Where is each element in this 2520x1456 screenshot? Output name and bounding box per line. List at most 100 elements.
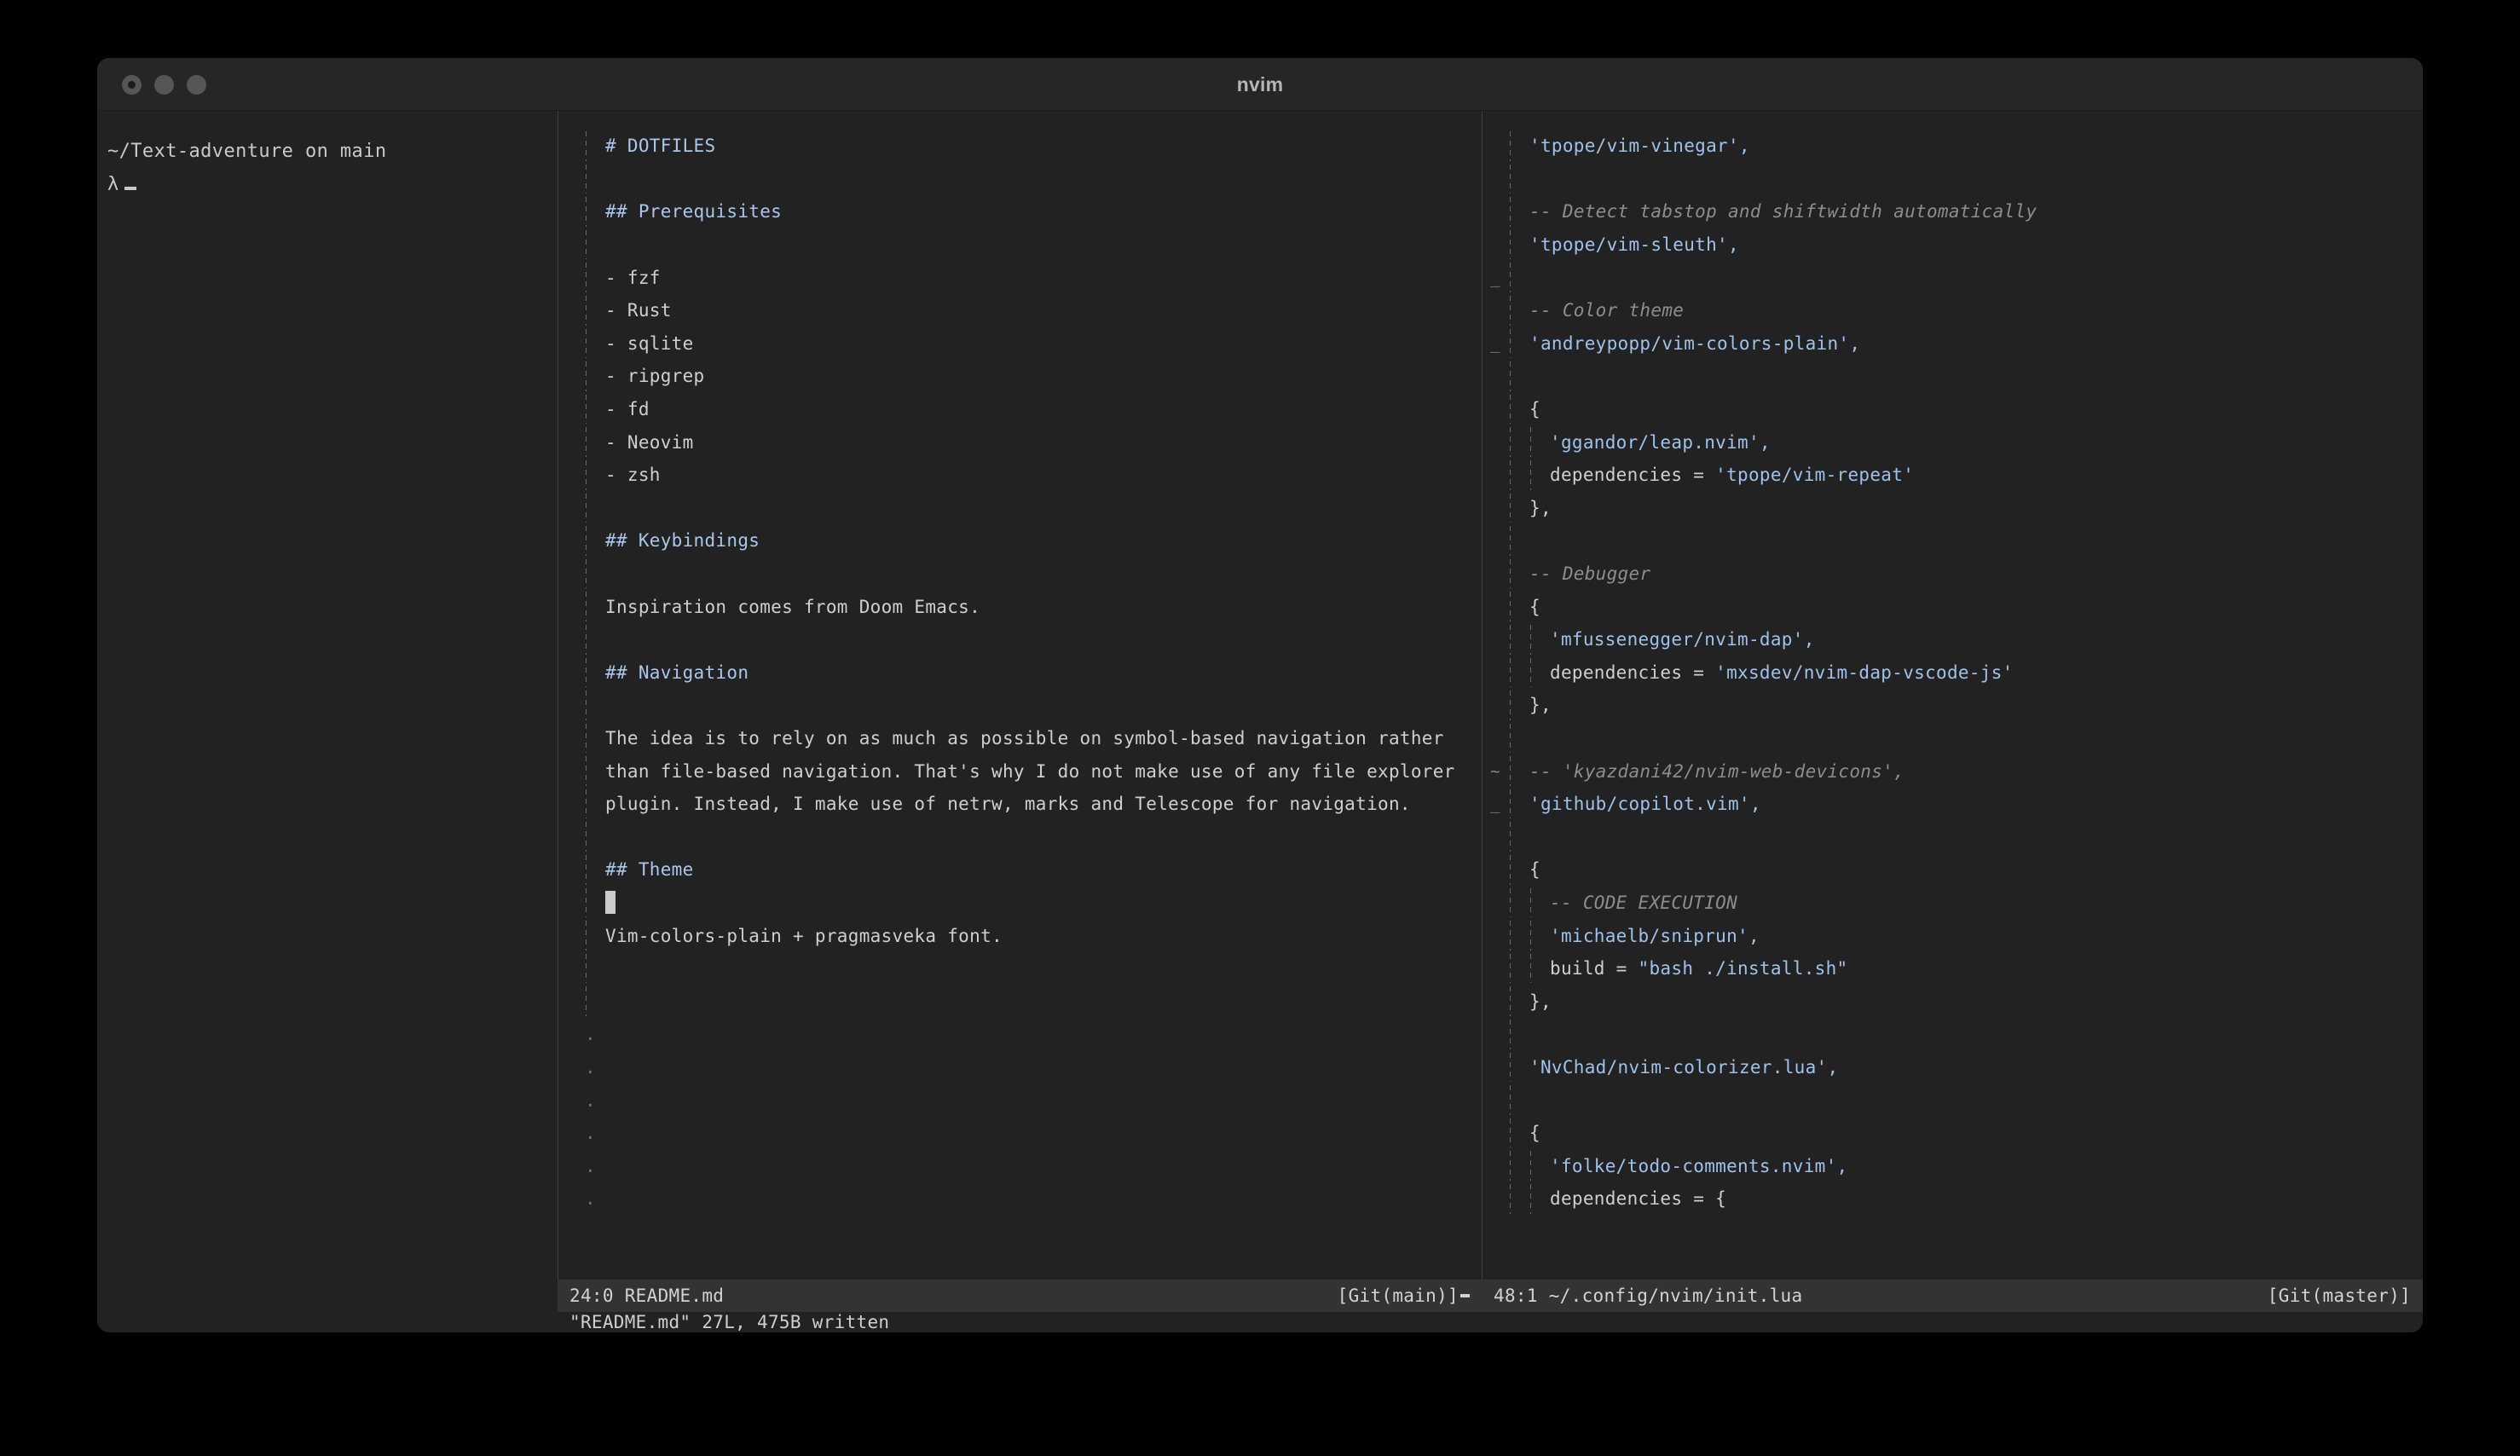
- editor-line[interactable]: -- CODE EXECUTION: [1482, 887, 2423, 920]
- indent-guide: [585, 492, 605, 525]
- indent-guides: [1509, 524, 1529, 558]
- indent-guide: [585, 524, 605, 558]
- editor-line[interactable]: [558, 985, 1482, 1018]
- editor-line[interactable]: ## Navigation: [558, 656, 1482, 690]
- editor-line[interactable]: - fd: [558, 393, 1482, 426]
- shell-prompt-line: λ: [107, 168, 552, 201]
- line-text: dependencies = 'tpope/vim-repeat': [1550, 465, 2423, 485]
- editor-line[interactable]: 'ggandor/leap.nvim',: [1482, 425, 2423, 459]
- editor-line[interactable]: 'mfussenegger/nvim-dap',: [1482, 623, 2423, 656]
- editor-line[interactable]: [558, 952, 1482, 985]
- readme-editor-pane[interactable]: # DOTFILES ## Prerequisites - fzf - Rust - s…: [558, 111, 1482, 1332]
- editor-line[interactable]: [558, 558, 1482, 591]
- editor-line[interactable]: [1482, 163, 2423, 196]
- editor-line[interactable]: Inspiration comes from Doom Emacs.: [558, 590, 1482, 623]
- editor-line[interactable]: [1482, 820, 2423, 853]
- indent-guides: [1509, 722, 1529, 755]
- editor-line[interactable]: {: [1482, 853, 2423, 887]
- editor-line[interactable]: dependencies = 'tpope/vim-repeat': [1482, 459, 2423, 492]
- editor-line[interactable]: {: [1482, 393, 2423, 426]
- editor-line[interactable]: The idea is to rely on as much as possib…: [558, 722, 1482, 755]
- editor-line[interactable]: - Neovim: [558, 425, 1482, 459]
- editor-line[interactable]: [558, 887, 1482, 920]
- editor-line[interactable]: _ 'github/copilot.vim',: [1482, 788, 2423, 821]
- indent-guides: [1509, 820, 1529, 853]
- editor-line[interactable]: .: [558, 1117, 1482, 1150]
- editor-line[interactable]: -- Color theme: [1482, 294, 2423, 327]
- editor-line[interactable]: [558, 623, 1482, 656]
- editor-line[interactable]: 'tpope/vim-sleuth',: [1482, 228, 2423, 262]
- line-text: {: [1529, 399, 1540, 420]
- indent-guide: [1509, 195, 1529, 228]
- editor-line[interactable]: # DOTFILES: [558, 130, 1482, 163]
- editor-line[interactable]: _ 'andreypopp/vim-colors-plain',: [1482, 327, 2423, 361]
- indent-guide: [1529, 425, 1550, 459]
- indent-guide: [1529, 656, 1550, 690]
- editor-line[interactable]: .: [558, 1182, 1482, 1216]
- editor-line[interactable]: - Rust: [558, 294, 1482, 327]
- readme-status-right: [Git(main)]: [1338, 1286, 1482, 1306]
- editor-line[interactable]: -- Debugger: [1482, 558, 2423, 591]
- editor-line[interactable]: -- Detect tabstop and shiftwidth automat…: [1482, 195, 2423, 228]
- editor-line[interactable]: dependencies = 'mxsdev/nvim-dap-vscode-j…: [1482, 656, 2423, 690]
- indent-guide: [1529, 623, 1550, 656]
- end-of-buffer-marker: .: [585, 1155, 596, 1176]
- editor-line[interactable]: {: [1482, 1117, 2423, 1150]
- editor-line[interactable]: [1482, 360, 2423, 393]
- editor-line[interactable]: [558, 228, 1482, 262]
- editor-line[interactable]: },: [1482, 985, 2423, 1018]
- editor-line[interactable]: [1482, 524, 2423, 558]
- editor-line[interactable]: .: [558, 1083, 1482, 1117]
- indent-guides: [1509, 689, 1529, 722]
- line-key: dependencies =: [1550, 662, 1716, 683]
- indent-guide: [585, 459, 605, 492]
- editor-line[interactable]: 'michaelb/sniprun',: [1482, 919, 2423, 952]
- indent-guides: [1509, 360, 1529, 393]
- editor-line[interactable]: .: [558, 1149, 1482, 1182]
- editor-line[interactable]: ## Prerequisites: [558, 195, 1482, 228]
- editor-line[interactable]: ## Theme: [558, 853, 1482, 887]
- line-gutter-marker: ~: [1490, 761, 1500, 781]
- editor-line[interactable]: [1482, 1083, 2423, 1117]
- editor-line[interactable]: ~ -- 'kyazdani42/nvim-web-devicons',: [1482, 754, 2423, 788]
- editor-line[interactable]: 'folke/todo-comments.nvim',: [1482, 1149, 2423, 1182]
- indent-guides: [585, 952, 605, 985]
- editor-line[interactable]: build = "bash ./install.sh": [1482, 952, 2423, 985]
- editor-line[interactable]: },: [1482, 689, 2423, 722]
- readme-status-filename: README.md: [624, 1286, 725, 1306]
- editor-line[interactable]: dependencies = {: [1482, 1182, 2423, 1216]
- editor-line[interactable]: - zsh: [558, 459, 1482, 492]
- end-of-buffer-marker: .: [585, 1089, 596, 1111]
- editor-line[interactable]: [1482, 1018, 2423, 1051]
- line-text: },: [1529, 991, 1552, 1012]
- editor-line[interactable]: 'NvChad/nvim-colorizer.lua',: [1482, 1051, 2423, 1084]
- editor-line[interactable]: [558, 689, 1482, 722]
- editor-line[interactable]: Vim-colors-plain + pragmasveka font.: [558, 919, 1482, 952]
- indent-guide: [1509, 425, 1529, 459]
- editor-line[interactable]: [558, 492, 1482, 525]
- init-lua-editor-pane[interactable]: 'tpope/vim-vinegar', -- Detect tabstop an…: [1482, 111, 2423, 1332]
- editor-line[interactable]: .: [558, 1018, 1482, 1051]
- editor-line[interactable]: },: [1482, 492, 2423, 525]
- editor-line[interactable]: _: [1482, 261, 2423, 294]
- indent-guide: [1509, 459, 1529, 492]
- init-lua-lines[interactable]: 'tpope/vim-vinegar', -- Detect tabstop an…: [1482, 130, 2423, 1280]
- editor-line[interactable]: .: [558, 1051, 1482, 1084]
- editor-line[interactable]: than file-based navigation. That's why I…: [558, 754, 1482, 788]
- editor-line[interactable]: - fzf: [558, 261, 1482, 294]
- editor-line[interactable]: plugin. Instead, I make use of netrw, ma…: [558, 788, 1482, 821]
- shell-pane[interactable]: ~/Text-adventure on main λ: [97, 111, 558, 1332]
- indent-guides: [1509, 294, 1529, 327]
- indent-guides: [1509, 163, 1529, 196]
- editor-line[interactable]: [1482, 722, 2423, 755]
- indent-guides: [1509, 656, 1550, 690]
- editor-line[interactable]: {: [1482, 590, 2423, 623]
- editor-line[interactable]: [558, 163, 1482, 196]
- editor-line[interactable]: - ripgrep: [558, 360, 1482, 393]
- editor-line[interactable]: 'tpope/vim-vinegar',: [1482, 130, 2423, 163]
- editor-line[interactable]: ## Keybindings: [558, 524, 1482, 558]
- editor-line[interactable]: [558, 820, 1482, 853]
- line-text: -- 'kyazdani42/nvim-web-devicons',: [1529, 760, 1905, 782]
- readme-lines[interactable]: # DOTFILES ## Prerequisites - fzf - Rust - s…: [558, 130, 1482, 1280]
- editor-line[interactable]: - sqlite: [558, 327, 1482, 361]
